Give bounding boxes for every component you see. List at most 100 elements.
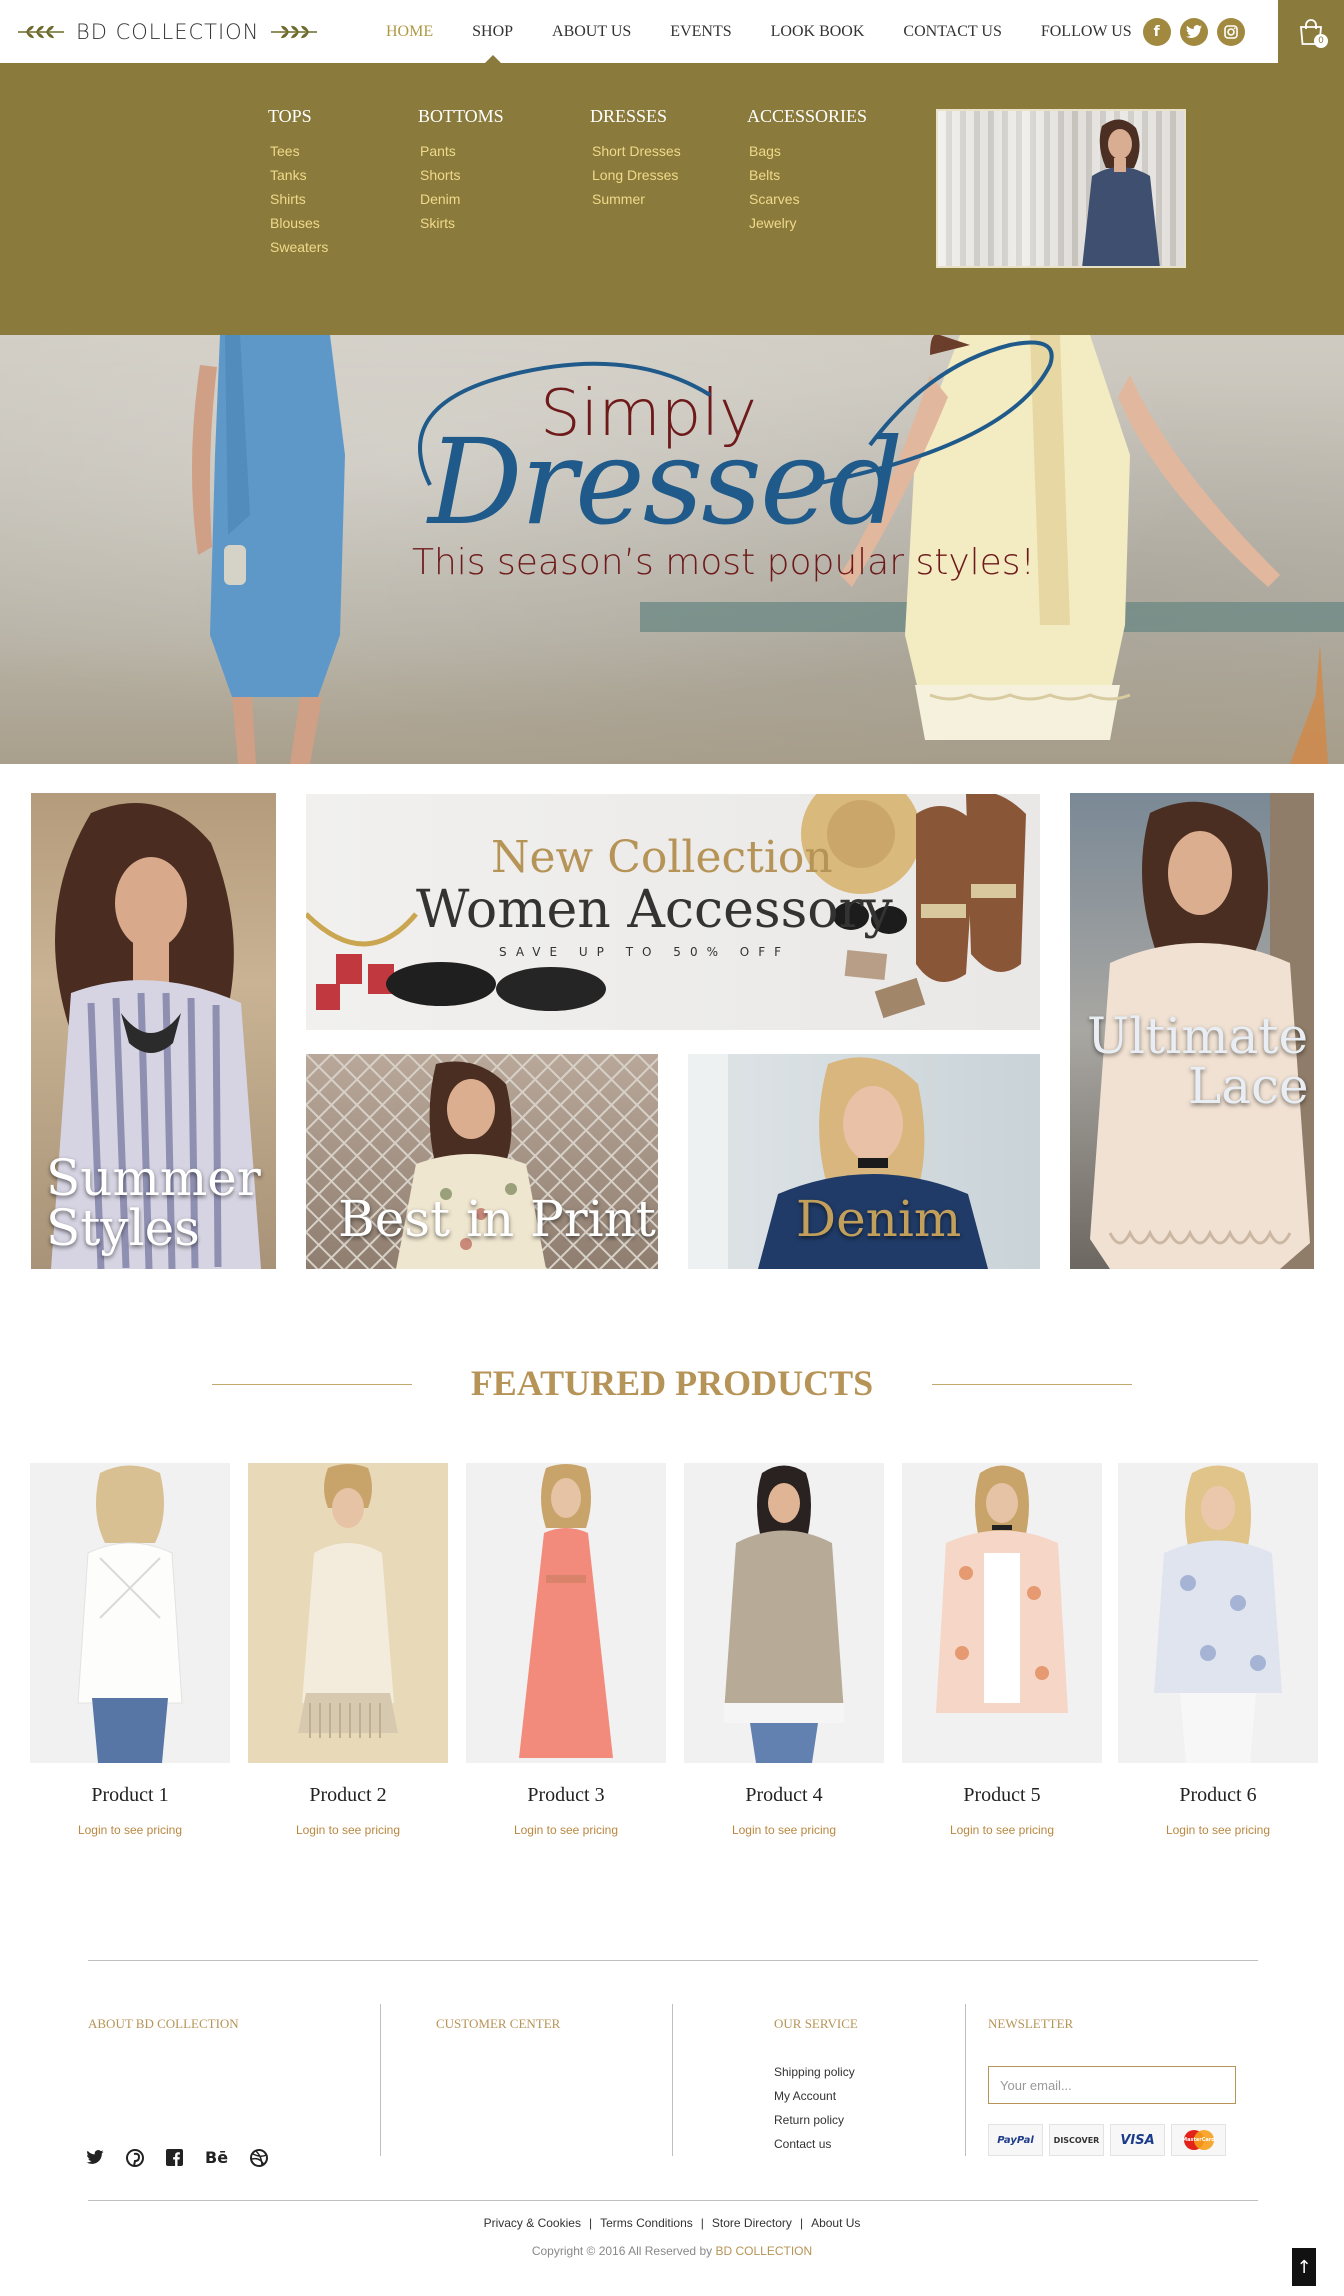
hero-banner[interactable]: Simply Dressed This season’s most popula… (0, 335, 1344, 764)
newsletter-email-input[interactable] (988, 2066, 1236, 2104)
tile-denim-label: Denim (796, 1190, 962, 1248)
tile-sale-label: SAVE UP TO 50% OFF (499, 945, 791, 959)
product-name[interactable]: Product 1 (30, 1784, 230, 1807)
menu-link-scarves[interactable]: Scarves (747, 187, 867, 211)
tile-summer-label-1: Summer (46, 1149, 261, 1207)
facebook-icon[interactable] (166, 2149, 183, 2166)
separator: | (700, 2216, 704, 2230)
footer-link-contact-us[interactable]: Contact us (774, 2132, 855, 2156)
dribbble-icon[interactable] (250, 2148, 269, 2167)
product-name[interactable]: Product 6 (1118, 1784, 1318, 1807)
menu-link-sweaters[interactable]: Sweaters (268, 235, 328, 259)
footer-legal-links: Privacy & Cookies | Terms Conditions | Store… (0, 2216, 1344, 2230)
footer-top-rule (88, 1960, 1258, 1961)
site-logo[interactable]: BD COLLECTION (16, 14, 319, 50)
product-pricing-link[interactable]: Login to see pricing (466, 1823, 666, 1837)
visa-icon: VISA (1110, 2124, 1165, 2156)
product-pricing-link[interactable]: Login to see pricing (684, 1823, 884, 1837)
tile-best-in-print[interactable]: Best in Print (306, 1054, 658, 1269)
tile-women-accessory[interactable]: New Collection Women Accessory SAVE UP T… (306, 794, 1040, 1030)
nav-look-book[interactable]: LOOK BOOK (771, 23, 865, 41)
menu-link-shirts[interactable]: Shirts (268, 187, 328, 211)
menu-link-belts[interactable]: Belts (747, 163, 867, 187)
nav-about-us[interactable]: ABOUT US (552, 23, 631, 41)
footer-link-shipping-policy[interactable]: Shipping policy (774, 2060, 855, 2084)
paypal-icon: PayPal (988, 2124, 1043, 2156)
tile-ultimate-lace[interactable]: Ultimate Lace (1070, 793, 1314, 1269)
tile-denim[interactable]: Denim (688, 1054, 1040, 1269)
product-name[interactable]: Product 5 (902, 1784, 1102, 1807)
featured-right-rule (932, 1384, 1132, 1385)
menu-link-bags[interactable]: Bags (747, 139, 867, 163)
copyright-text: Copyright © 2016 All Reserved by (531, 2244, 713, 2258)
site-header: BD COLLECTION HOME SHOP ABOUT US EVENTS … (0, 0, 1344, 63)
nav-events[interactable]: EVENTS (670, 23, 731, 41)
product-pricing-link[interactable]: Login to see pricing (30, 1823, 230, 1837)
menu-link-long-dresses[interactable]: Long Dresses (590, 163, 681, 187)
separator: | (588, 2216, 593, 2230)
menu-column-accessories: ACCESSORIES Bags Belts Scarves Jewelry (747, 106, 867, 235)
footer-link-return-policy[interactable]: Return policy (774, 2108, 855, 2132)
menu-link-skirts[interactable]: Skirts (418, 211, 504, 235)
promo-model-figure (1082, 119, 1160, 266)
footer-service-title: OUR SERVICE (774, 2016, 858, 2031)
menu-link-summer[interactable]: Summer (590, 187, 681, 211)
footer-bottom-rule (88, 2200, 1258, 2201)
pinterest-icon[interactable] (126, 2148, 144, 2167)
menu-heading-tops[interactable]: TOPS (268, 106, 328, 127)
cart-button[interactable]: 0 (1278, 0, 1344, 63)
tile-lace-label-2: Lace (1188, 1057, 1309, 1115)
footer-link-store-directory[interactable]: Store Directory (712, 2216, 792, 2230)
product-pricing-link[interactable]: Login to see pricing (248, 1823, 448, 1837)
menu-link-jewelry[interactable]: Jewelry (747, 211, 867, 235)
menu-link-tanks[interactable]: Tanks (268, 163, 328, 187)
product-pricing-link[interactable]: Login to see pricing (902, 1823, 1102, 1837)
product-image[interactable] (466, 1463, 666, 1763)
footer-newsletter-title: NEWSLETTER (988, 2016, 1074, 2031)
mastercard-icon: MasterCard (1171, 2124, 1226, 2156)
menu-link-denim[interactable]: Denim (418, 187, 504, 211)
instagram-icon[interactable] (1216, 17, 1245, 46)
featured-title: FEATURED PRODUCTS (470, 1363, 874, 1403)
product-name[interactable]: Product 4 (684, 1784, 884, 1807)
menu-link-pants[interactable]: Pants (418, 139, 504, 163)
nav-shop[interactable]: SHOP (472, 23, 513, 63)
footer-link-terms[interactable]: Terms Conditions (600, 2216, 693, 2230)
footer-about-title: ABOUT BD COLLECTION (88, 2016, 239, 2031)
menu-heading-dresses[interactable]: DRESSES (590, 106, 681, 127)
product-image[interactable] (248, 1463, 448, 1763)
right-sprig-icon (271, 25, 318, 39)
footer-link-about-us[interactable]: About Us (811, 2216, 860, 2230)
product-pricing-link[interactable]: Login to see pricing (1118, 1823, 1318, 1837)
twitter-icon[interactable] (86, 2150, 104, 2165)
product-image[interactable] (902, 1463, 1102, 1763)
menu-link-shorts[interactable]: Shorts (418, 163, 504, 187)
menu-link-tees[interactable]: Tees (268, 139, 328, 163)
menu-heading-accessories[interactable]: ACCESSORIES (747, 106, 867, 127)
tile-women-accessory-label: Women Accessory (416, 880, 893, 940)
facebook-icon[interactable]: f (1142, 17, 1171, 46)
behance-icon[interactable]: Bē (205, 2148, 228, 2167)
nav-home[interactable]: HOME (386, 23, 433, 41)
footer-link-my-account[interactable]: My Account (774, 2084, 855, 2108)
menu-heading-bottoms[interactable]: BOTTOMS (418, 106, 504, 127)
product-image[interactable] (684, 1463, 884, 1763)
menu-link-short-dresses[interactable]: Short Dresses (590, 139, 681, 163)
footer-service-links: Shipping policy My Account Return policy… (774, 2060, 855, 2156)
nav-contact-us[interactable]: CONTACT US (903, 23, 1001, 41)
product-name[interactable]: Product 2 (248, 1784, 448, 1807)
tile-new-collection-label: New Collection (491, 832, 833, 883)
tile-summer-styles[interactable]: Summer Styles (31, 793, 276, 1269)
twitter-icon[interactable] (1179, 17, 1208, 46)
menu-link-blouses[interactable]: Blouses (268, 211, 328, 235)
mastercard-wordmark: MasterCard (1182, 2137, 1215, 2143)
product-name[interactable]: Product 3 (466, 1784, 666, 1807)
back-to-top-button[interactable]: ↑ (1292, 2248, 1316, 2286)
product-image[interactable] (1118, 1463, 1318, 1763)
product-image[interactable] (30, 1463, 230, 1763)
arrow-up-icon: ↑ (1296, 2256, 1312, 2278)
footer-divider (672, 2004, 673, 2156)
menu-promo-image[interactable] (936, 109, 1186, 268)
footer-link-privacy[interactable]: Privacy & Cookies (484, 2216, 581, 2230)
follow-us: FOLLOW US f (1041, 17, 1245, 46)
